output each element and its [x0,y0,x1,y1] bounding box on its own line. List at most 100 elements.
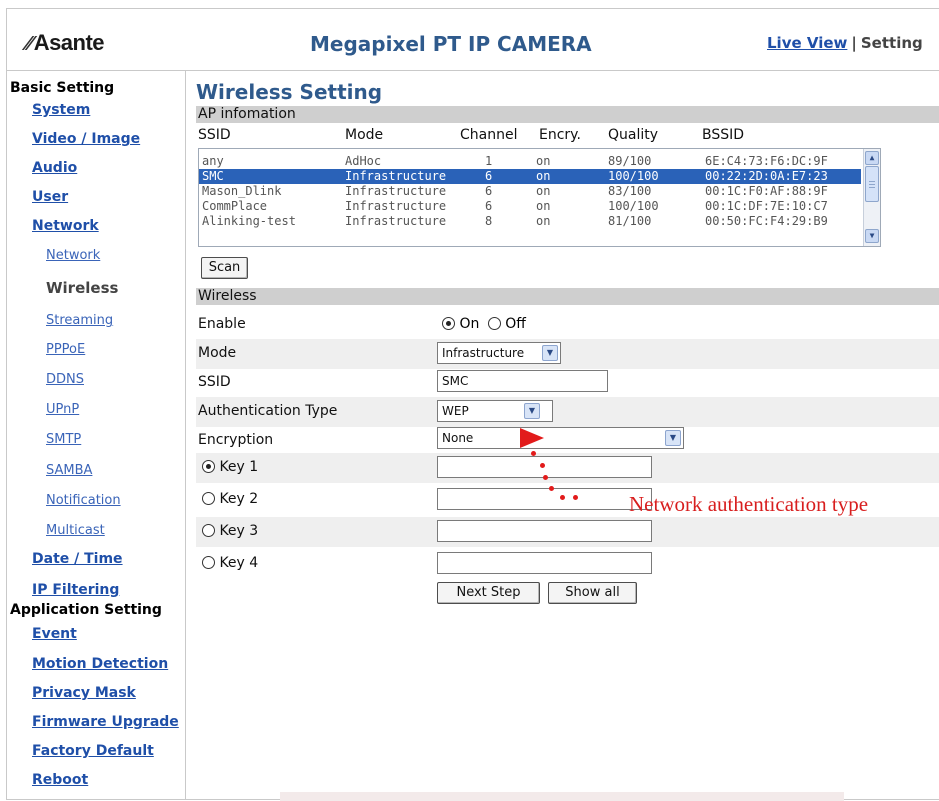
next-step-button[interactable]: Next Step [437,582,540,604]
ap-quality: 100/100 [608,169,659,183]
sidebar-item-privacy-mask[interactable]: Privacy Mask [32,685,136,701]
ap-list[interactable]: any AdHoc 1 on 89/100 6E:C4:73:F6:DC:9F … [198,148,881,247]
ap-encry: on [536,214,551,228]
enable-on-radio[interactable] [442,317,455,330]
mode-select[interactable]: Infrastructure ▼ [437,342,561,364]
mode-label: Mode [198,345,237,361]
sidebar-sub-samba[interactable]: SAMBA [46,463,92,478]
chevron-down-icon: ▼ [524,403,540,419]
encryption-select[interactable]: None ▼ [437,427,684,449]
enable-radio-group: On Off [442,316,526,332]
key1-radio-group: Key 1 [202,459,258,475]
auth-type-value: WEP [442,404,469,418]
annotation-label: Network authentication type [629,492,869,516]
sidebar-item-system[interactable]: System [32,102,90,118]
ap-channel: 6 [485,169,493,183]
sidebar-item-motion-detection[interactable]: Motion Detection [32,656,168,672]
key1-row: Key 1 [196,453,939,483]
key3-row: Key 3 [196,517,939,547]
key4-radio[interactable] [202,556,215,569]
key2-radio[interactable] [202,492,215,505]
enable-off-radio[interactable] [487,317,501,330]
ap-ssid: CommPlace [202,199,268,213]
sidebar-item-audio[interactable]: Audio [32,160,77,176]
key4-label: Key 4 [219,555,259,571]
key3-radio-group: Key 3 [202,523,258,539]
sidebar-group-basic: Basic Setting [10,80,115,96]
ap-quality: 83/100 [608,184,652,198]
ap-ssid: Alinking-test [202,214,296,228]
auth-type-select[interactable]: WEP ▼ [437,400,553,422]
product-title: Megapixel PT IP CAMERA [310,32,592,56]
ssid-label: SSID [198,374,231,390]
key3-input[interactable] [437,520,652,542]
sidebar-sub-ddns[interactable]: DDNS [46,372,84,387]
chevron-down-icon: ▼ [542,345,558,361]
ap-ssid: SMC [202,169,224,183]
ap-list-row[interactable]: Mason_Dlink Infrastructure 6 on 83/100 0… [199,184,861,199]
scrollbar-thumb[interactable] [865,166,879,202]
ap-encry: on [536,169,551,183]
ap-quality: 81/100 [608,214,652,228]
sidebar-item-event[interactable]: Event [32,626,77,642]
sidebar-item-firmware-upgrade[interactable]: Firmware Upgrade [32,714,179,730]
key2-input[interactable] [437,488,652,510]
ap-quality: 89/100 [608,154,652,168]
scroll-down-icon[interactable]: ▼ [865,229,879,243]
sidebar-sub-network[interactable]: Network [46,248,100,263]
key3-label: Key 3 [219,523,259,539]
sidebar-sub-streaming[interactable]: Streaming [46,313,113,328]
sidebar-item-network[interactable]: Network [32,218,99,234]
ap-mode: Infrastructure [345,184,447,198]
ap-bssid: 00:1C:F0:AF:88:9F [705,184,828,198]
sidebar-item-video-image[interactable]: Video / Image [32,131,140,147]
bottom-strip [280,792,844,801]
ssid-input[interactable]: SMC [437,370,608,392]
key4-input[interactable] [437,552,652,574]
sidebar-sub-notification[interactable]: Notification [46,493,121,508]
ap-list-row[interactable]: Alinking-test Infrastructure 8 on 81/100… [199,214,861,229]
ap-list-row[interactable]: any AdHoc 1 on 89/100 6E:C4:73:F6:DC:9F [199,154,861,169]
sidebar-sub-pppoe[interactable]: PPPoE [46,342,85,357]
encryption-label: Encryption [198,432,274,448]
sidebar-item-reboot[interactable]: Reboot [32,772,88,788]
scroll-up-icon[interactable]: ▲ [865,151,879,165]
sidebar-item-user[interactable]: User [32,189,68,205]
setting-current: Setting [860,34,923,52]
show-all-button[interactable]: Show all [548,582,637,604]
annotation-dot [573,495,578,500]
key3-radio[interactable] [202,524,215,537]
brand-logo: ⁄⁄Asante [26,30,105,56]
annotation-dot [540,463,545,468]
sidebar-sub-upnp[interactable]: UPnP [46,402,79,417]
col-header-channel: Channel [460,127,518,143]
ap-list-scrollbar[interactable]: ▲ ▼ [863,149,880,246]
ap-mode: AdHoc [345,154,382,168]
ap-channel: 1 [485,154,493,168]
ap-mode: Infrastructure [345,169,447,183]
ap-encry: on [536,199,551,213]
ap-bssid: 00:22:2D:0A:E7:23 [705,169,828,183]
ap-mode: Infrastructure [345,199,447,213]
live-view-link[interactable]: Live View [767,34,847,52]
ap-ssid: any [202,154,224,168]
ap-info-section-header: AP infomation [196,106,939,123]
ap-list-row-selected[interactable]: SMC Infrastructure 6 on 100/100 00:22:2D… [199,169,861,184]
key1-label: Key 1 [219,459,259,475]
col-header-quality: Quality [608,127,659,143]
wireless-section-header: Wireless [196,288,939,305]
sidebar-item-date-time[interactable]: Date / Time [32,551,123,567]
ssid-row: SSID SMC [196,368,939,398]
annotation-dot [549,486,554,491]
ap-channel: 6 [485,184,493,198]
ap-channel: 6 [485,199,493,213]
sidebar-item-factory-default[interactable]: Factory Default [32,743,154,759]
sidebar-item-ip-filtering[interactable]: IP Filtering [32,582,119,598]
ap-bssid: 00:50:FC:F4:29:B9 [705,214,828,228]
sidebar-sub-smtp[interactable]: SMTP [46,432,81,447]
sidebar-sub-multicast[interactable]: Multicast [46,523,105,538]
annotation-arrow-icon [520,428,544,448]
key1-radio[interactable] [202,460,215,473]
ap-list-row[interactable]: CommPlace Infrastructure 6 on 100/100 00… [199,199,861,214]
scan-button[interactable]: Scan [201,257,248,279]
